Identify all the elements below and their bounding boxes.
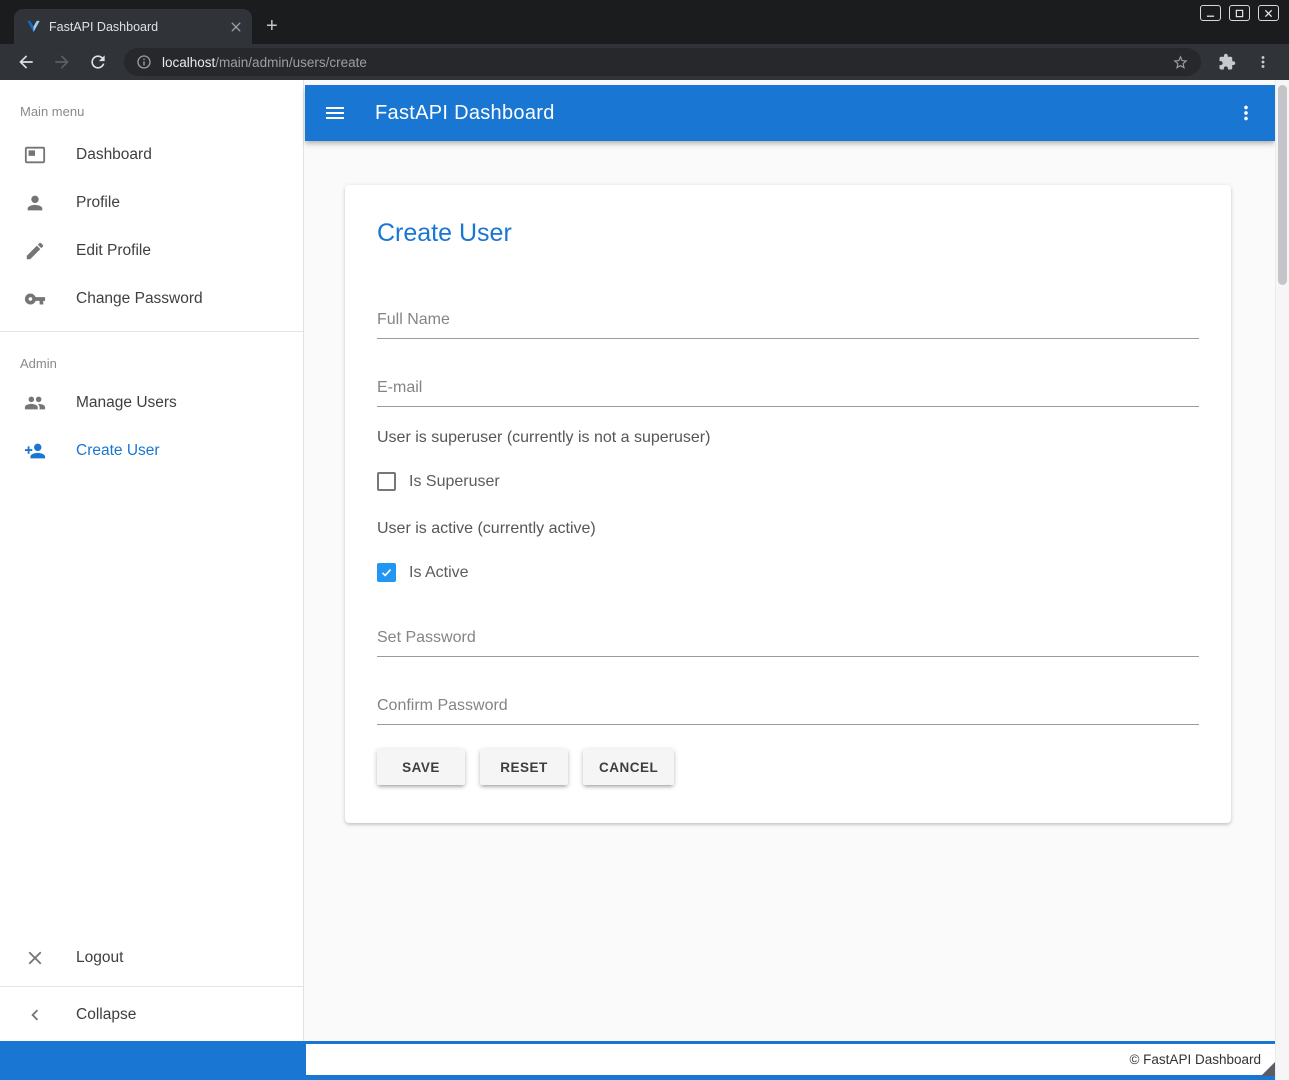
sidebar-section-main-menu: Main menu (0, 80, 303, 131)
superuser-hint: User is superuser (currently is not a su… (377, 428, 1199, 447)
footer-bar: © FastAPI Dashboard (306, 1044, 1285, 1075)
hamburger-menu-icon[interactable] (323, 101, 347, 125)
app-bar-menu-dots-icon[interactable] (1235, 102, 1257, 124)
sidebar-item-edit-profile[interactable]: Edit Profile (0, 227, 303, 275)
sidebar-item-label: Change Password (76, 290, 203, 308)
sidebar-item-change-password[interactable]: Change Password (0, 275, 303, 323)
logout-x-icon (24, 947, 46, 969)
sidebar-item-manage-users[interactable]: Manage Users (0, 379, 303, 427)
sidebar-item-logout[interactable]: Logout (0, 934, 303, 982)
url-text: localhost/main/admin/users/create (162, 55, 1172, 70)
page-content: Create User Full Name E-mail User is sup… (305, 141, 1275, 1041)
reset-button[interactable]: RESET (480, 749, 568, 785)
forward-icon[interactable] (52, 52, 72, 72)
chevron-left-icon (24, 1004, 46, 1026)
site-info-icon[interactable] (136, 54, 152, 70)
sidebar-item-collapse[interactable]: Collapse (0, 991, 303, 1039)
tab-title: FastAPI Dashboard (49, 20, 220, 34)
app-bar-title: FastAPI Dashboard (375, 102, 555, 125)
sidebar-item-label: Logout (76, 949, 123, 967)
person-icon (24, 192, 46, 214)
address-bar[interactable]: localhost/main/admin/users/create (124, 48, 1201, 76)
main-area: FastAPI Dashboard Create User Full Name … (305, 80, 1275, 1041)
sidebar-divider (0, 986, 303, 987)
tab-close-icon[interactable] (228, 19, 244, 35)
sidebar-item-profile[interactable]: Profile (0, 179, 303, 227)
vuetify-logo-icon (26, 19, 41, 34)
is-active-label: Is Active (409, 564, 469, 582)
app-footer: © FastAPI Dashboard (0, 1041, 1289, 1080)
is-superuser-label: Is Superuser (409, 473, 500, 491)
active-hint: User is active (currently active) (377, 519, 1199, 538)
set-password-label: Set Password (377, 629, 476, 646)
sidebar-item-label: Profile (76, 194, 120, 212)
back-icon[interactable] (16, 52, 36, 72)
maximize-icon[interactable] (1229, 5, 1250, 21)
dashboard-icon (24, 144, 46, 166)
browser-menu-dots-icon[interactable] (1254, 53, 1272, 71)
footer-copyright: © FastAPI Dashboard (1129, 1052, 1261, 1067)
create-user-card: Create User Full Name E-mail User is sup… (345, 185, 1231, 823)
browser-titlebar: FastAPI Dashboard + (0, 0, 1289, 44)
scrollbar-thumb[interactable] (1278, 85, 1287, 285)
checkbox-checked-icon[interactable] (377, 563, 396, 582)
page-scrollbar[interactable] (1275, 80, 1289, 1080)
sidebar-item-label: Manage Users (76, 394, 177, 412)
key-icon (24, 288, 46, 310)
window-controls (1200, 5, 1279, 21)
close-icon[interactable] (1258, 5, 1279, 21)
sidebar-item-label: Dashboard (76, 146, 152, 164)
bookmark-star-icon[interactable] (1172, 54, 1189, 71)
sidebar-section-admin: Admin (0, 340, 303, 379)
browser-toolbar: localhost/main/admin/users/create (0, 44, 1289, 80)
sidebar-item-dashboard[interactable]: Dashboard (0, 131, 303, 179)
people-icon (24, 392, 46, 414)
checkbox-unchecked-icon[interactable] (377, 472, 396, 491)
save-button[interactable]: SAVE (377, 749, 465, 785)
is-active-checkbox[interactable]: Is Active (377, 563, 1199, 582)
email-field[interactable]: E-mail (377, 380, 1199, 407)
new-tab-button[interactable]: + (266, 16, 278, 36)
full-name-label: Full Name (377, 311, 450, 328)
sidebar-item-label: Create User (76, 442, 160, 460)
email-label: E-mail (377, 379, 422, 396)
page-title: Create User (377, 219, 1199, 248)
url-path: /main/admin/users/create (215, 55, 367, 70)
confirm-password-label: Confirm Password (377, 697, 508, 714)
sidebar: Main menu Dashboard Profile Edit Profile… (0, 80, 304, 1041)
pencil-icon (24, 240, 46, 262)
minimize-icon[interactable] (1200, 5, 1221, 21)
form-actions: SAVE RESET CANCEL (377, 749, 1199, 785)
set-password-field[interactable]: Set Password (377, 630, 1199, 657)
page-viewport: Main menu Dashboard Profile Edit Profile… (0, 80, 1289, 1080)
sidebar-item-label: Collapse (76, 1006, 136, 1024)
url-host: localhost (162, 55, 215, 70)
sidebar-bottom: Logout Collapse (0, 934, 303, 1039)
cancel-button[interactable]: CANCEL (583, 749, 674, 785)
app-bar: FastAPI Dashboard (305, 85, 1275, 141)
reload-icon[interactable] (88, 52, 108, 72)
confirm-password-field[interactable]: Confirm Password (377, 698, 1199, 725)
browser-tab[interactable]: FastAPI Dashboard (14, 9, 252, 44)
sidebar-item-label: Edit Profile (76, 242, 151, 260)
person-add-icon (24, 440, 46, 462)
sidebar-divider (0, 331, 303, 332)
extensions-icon[interactable] (1218, 53, 1236, 71)
sidebar-item-create-user[interactable]: Create User (0, 427, 303, 475)
resize-grip-icon[interactable] (1261, 1062, 1275, 1076)
is-superuser-checkbox[interactable]: Is Superuser (377, 472, 1199, 491)
full-name-field[interactable]: Full Name (377, 312, 1199, 339)
